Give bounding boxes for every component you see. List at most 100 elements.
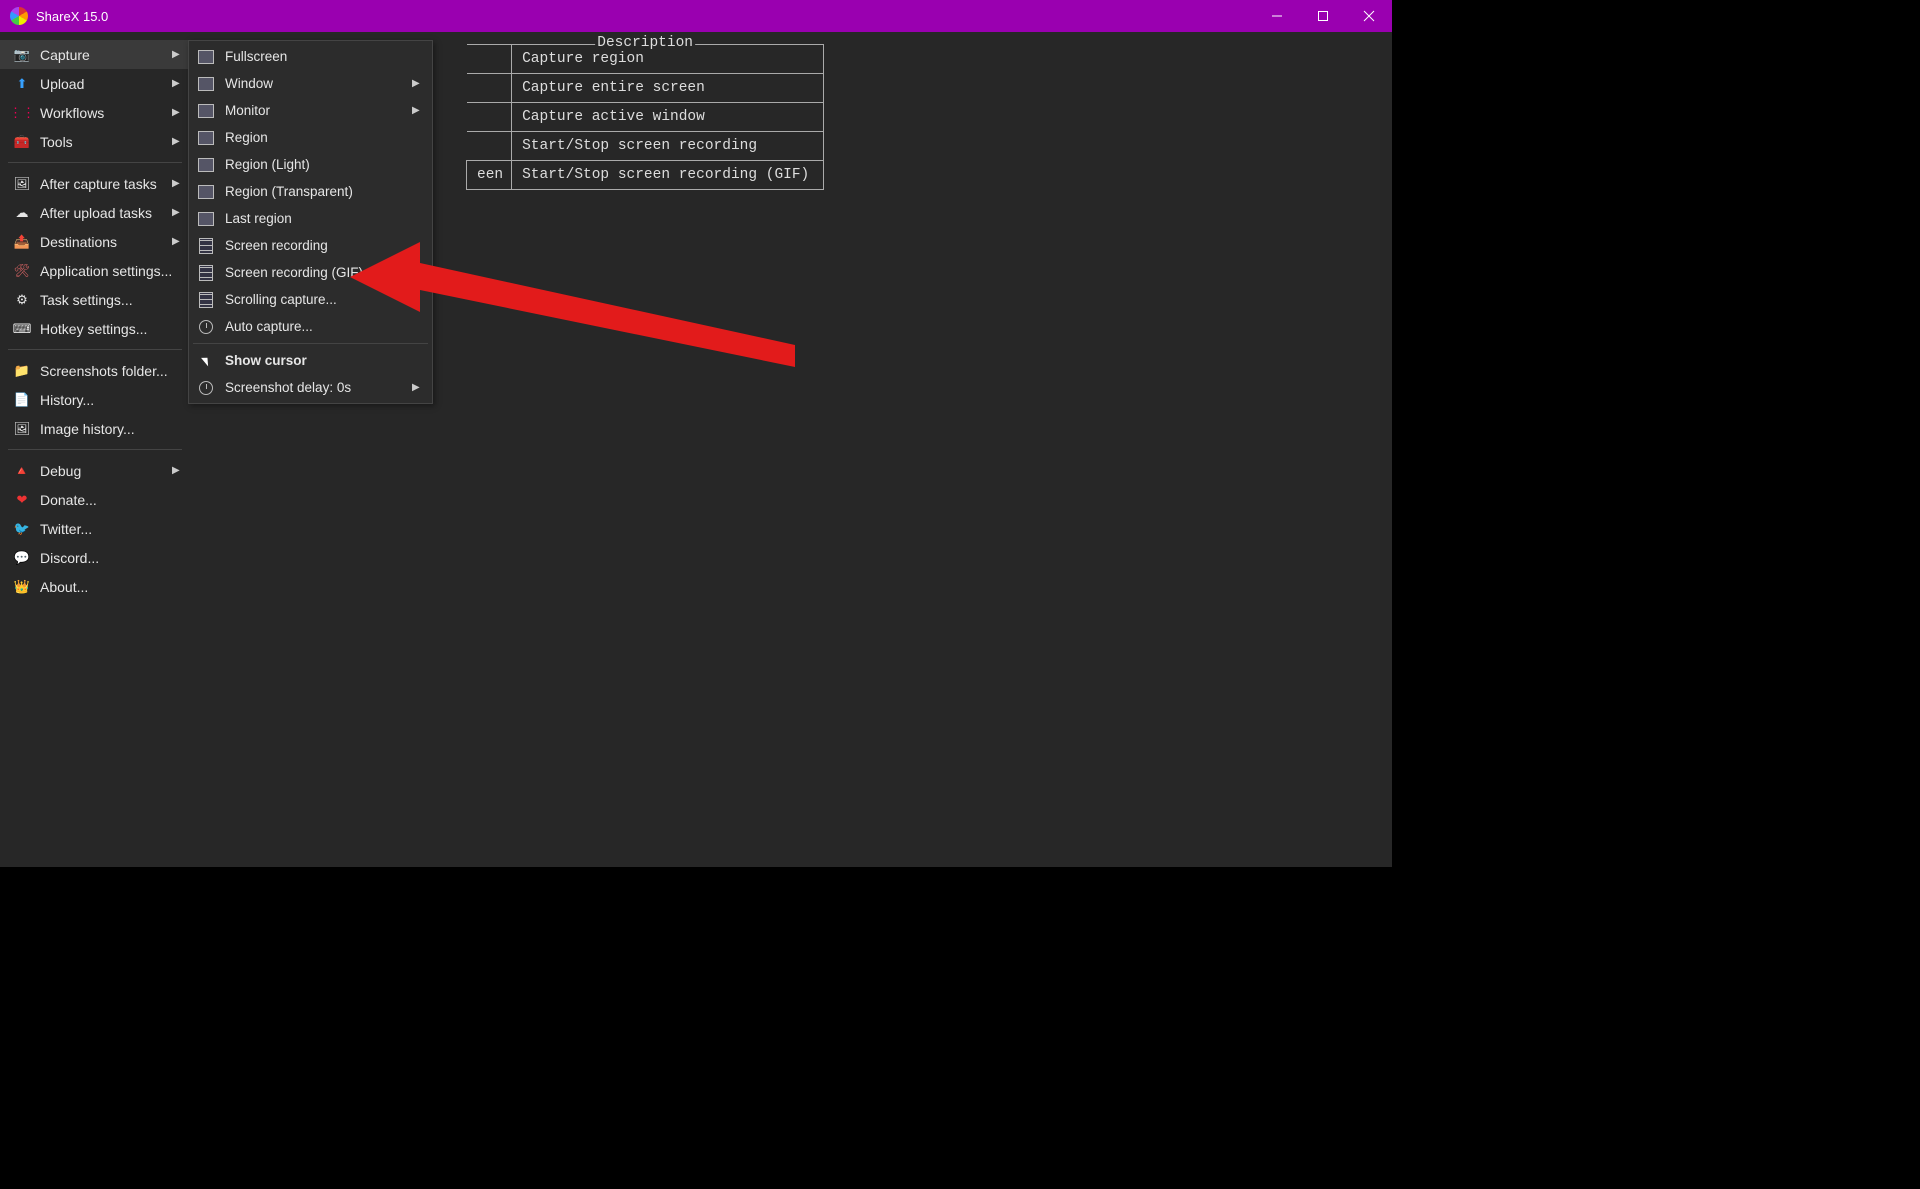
region-icon: [197, 183, 215, 201]
submenu-item-label: Fullscreen: [225, 49, 422, 64]
sidebar: 📷Capture▶⬆Upload▶⋮⋮Workflows▶🧰Tools▶🖼Aft…: [0, 32, 190, 867]
submenu-separator: [193, 343, 428, 344]
sidebar-item-upload[interactable]: ⬆ Upload▶: [0, 69, 190, 98]
region-icon: [197, 129, 215, 147]
sidebar-item-history-icon: 📄: [14, 392, 30, 408]
chevron-right-icon: ▶: [172, 78, 182, 89]
submenu-scrolling-capture[interactable]: Scrolling capture...: [189, 286, 432, 313]
sidebar-item-destinations[interactable]: 📤Destinations▶: [0, 227, 190, 256]
sidebar-item-twitter[interactable]: 🐦Twitter...: [0, 514, 190, 543]
region-icon: [197, 48, 215, 66]
close-button[interactable]: [1346, 0, 1392, 32]
submenu-region-light[interactable]: Region (Light): [189, 151, 432, 178]
sidebar-item-history[interactable]: 📄 History...: [0, 385, 190, 414]
sidebar-item-debug[interactable]: 🔺Debug▶: [0, 456, 190, 485]
sidebar-item-about-icon: 👑: [14, 579, 30, 595]
submenu-item-label: Region (Light): [225, 157, 422, 172]
sidebar-item-after-capture-icon: 🖼: [14, 176, 30, 192]
submenu-auto-capture[interactable]: Auto capture...: [189, 313, 432, 340]
window-title: ShareX 15.0: [36, 9, 108, 24]
sidebar-item-donate[interactable]: ❤Donate...: [0, 485, 190, 514]
maximize-button[interactable]: [1300, 0, 1346, 32]
sidebar-item-workflows[interactable]: ⋮⋮Workflows▶: [0, 98, 190, 127]
submenu-screen-recording-gif[interactable]: Screen recording (GIF): [189, 259, 432, 286]
sidebar-separator: [8, 349, 182, 350]
chevron-right-icon: ▶: [172, 136, 182, 147]
sidebar-item-tools[interactable]: 🧰Tools▶: [0, 127, 190, 156]
capture-submenu: Fullscreen Window▶Monitor▶Region Region (L…: [188, 40, 433, 404]
sidebar-item-app-settings[interactable]: 🛠 Application settings...: [0, 256, 190, 285]
titlebar: ShareX 15.0: [0, 0, 1392, 32]
submenu-monitor[interactable]: Monitor▶: [189, 97, 432, 124]
sidebar-item-label: After capture tasks: [40, 176, 172, 192]
sidebar-item-label: Task settings...: [40, 292, 182, 308]
submenu-item-label: Window: [225, 76, 412, 91]
table-row: Capture entire screen: [467, 74, 824, 103]
table-cell-col0: een: [467, 161, 512, 190]
sidebar-item-screenshots-folder-icon: 📁: [14, 363, 30, 379]
submenu-region-transparent[interactable]: Region (Transparent): [189, 178, 432, 205]
chevron-right-icon: ▶: [172, 236, 182, 247]
sidebar-item-task-settings[interactable]: ⚙Task settings...: [0, 285, 190, 314]
region-icon: [197, 102, 215, 120]
sidebar-item-workflows-icon: ⋮⋮: [14, 105, 30, 121]
sidebar-item-label: Hotkey settings...: [40, 321, 182, 337]
submenu-fullscreen[interactable]: Fullscreen: [189, 43, 432, 70]
chevron-right-icon: ▶: [172, 465, 182, 476]
sidebar-item-label: Debug: [40, 463, 172, 479]
sidebar-item-hotkey-settings[interactable]: ⌨Hotkey settings...: [0, 314, 190, 343]
submenu-item-label: Screen recording (GIF): [225, 265, 422, 280]
table-cell-col0: [467, 74, 512, 103]
sidebar-item-image-history[interactable]: 🖼Image history...: [0, 414, 190, 443]
sidebar-item-discord-icon: 💬: [14, 550, 30, 566]
film-icon: [197, 291, 215, 309]
region-icon: [197, 156, 215, 174]
minimize-button[interactable]: [1254, 0, 1300, 32]
sidebar-item-label: History...: [40, 392, 182, 408]
submenu-screenshot-delay[interactable]: Screenshot delay: 0s▶: [189, 374, 432, 401]
sidebar-item-about[interactable]: 👑About...: [0, 572, 190, 601]
chevron-right-icon: ▶: [172, 107, 182, 118]
sidebar-item-label: Discord...: [40, 550, 182, 566]
sidebar-item-label: Twitter...: [40, 521, 182, 537]
submenu-show-cursor[interactable]: Show cursor: [189, 347, 432, 374]
submenu-last-region[interactable]: Last region: [189, 205, 432, 232]
table-row: eenStart/Stop screen recording (GIF): [467, 161, 824, 190]
sidebar-item-app-settings-icon: 🛠: [14, 263, 30, 279]
submenu-window[interactable]: Window▶: [189, 70, 432, 97]
table-cell-col0: [467, 103, 512, 132]
submenu-region[interactable]: Region: [189, 124, 432, 151]
submenu-item-label: Screen recording: [225, 238, 422, 253]
cursor-icon: [197, 352, 215, 370]
sidebar-item-label: Destinations: [40, 234, 172, 250]
sidebar-item-label: Application settings...: [40, 263, 182, 279]
submenu-item-label: Scrolling capture...: [225, 292, 422, 307]
table-row: Capture active window: [467, 103, 824, 132]
sidebar-item-upload-icon: ⬆: [14, 76, 30, 92]
sidebar-item-after-upload[interactable]: ☁After upload tasks▶: [0, 198, 190, 227]
submenu-item-label: Last region: [225, 211, 422, 226]
sidebar-item-label: After upload tasks: [40, 205, 172, 221]
table-cell-description: Start/Stop screen recording: [512, 132, 824, 161]
sidebar-item-after-capture[interactable]: 🖼After capture tasks▶: [0, 169, 190, 198]
table-cell-description: Start/Stop screen recording (GIF): [512, 161, 824, 190]
sidebar-separator: [8, 162, 182, 163]
sidebar-item-discord[interactable]: 💬 Discord...: [0, 543, 190, 572]
submenu-item-label: Show cursor: [225, 353, 422, 368]
sidebar-item-tools-icon: 🧰: [14, 134, 30, 150]
chevron-right-icon: ▶: [172, 49, 182, 60]
submenu-screen-recording[interactable]: Screen recording: [189, 232, 432, 259]
sidebar-item-capture[interactable]: 📷Capture▶: [0, 40, 190, 69]
sidebar-item-screenshots-folder[interactable]: 📁 Screenshots folder...: [0, 356, 190, 385]
table-row: Start/Stop screen recording: [467, 132, 824, 161]
clock-icon: [197, 318, 215, 336]
description-table: Description Capture regionCapture entire…: [466, 44, 824, 190]
sidebar-item-label: Screenshots folder...: [40, 363, 182, 379]
table-cell-description: Capture active window: [512, 103, 824, 132]
sidebar-separator: [8, 449, 182, 450]
window-body: 📷Capture▶⬆Upload▶⋮⋮Workflows▶🧰Tools▶🖼Aft…: [0, 32, 1392, 867]
sidebar-item-label: Donate...: [40, 492, 182, 508]
sidebar-item-label: Upload: [40, 76, 172, 92]
table-cell-col0: [467, 132, 512, 161]
submenu-item-label: Region (Transparent): [225, 184, 422, 199]
